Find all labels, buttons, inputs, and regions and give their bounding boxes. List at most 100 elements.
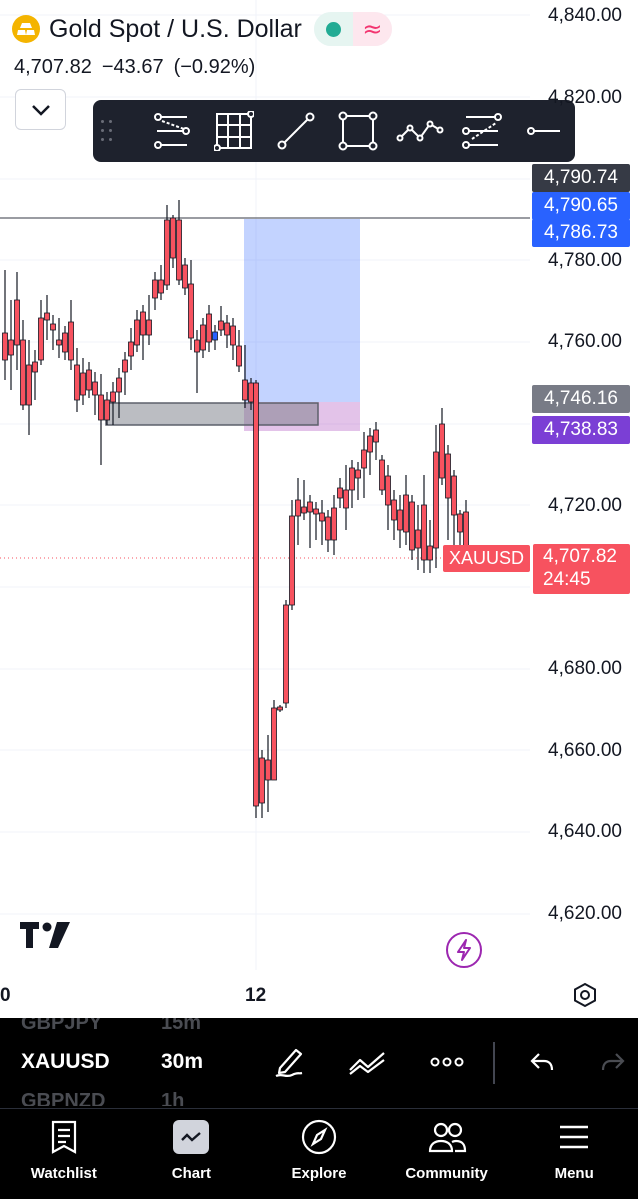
candle-body xyxy=(283,604,289,704)
symbol-picker[interactable]: GBPJPY 15m XAUUSD 30m GBPNZD 1h xyxy=(0,1018,240,1106)
flash-icon[interactable] xyxy=(446,932,482,968)
candle-body xyxy=(439,423,445,479)
collapse-legend-button[interactable] xyxy=(15,89,66,130)
market-status-pill[interactable]: ≈ xyxy=(313,12,392,46)
candle-body xyxy=(313,508,319,515)
candle-body xyxy=(367,435,373,453)
market-open-dot-icon xyxy=(325,21,341,37)
candle-body xyxy=(14,299,20,346)
candle-body xyxy=(343,489,349,509)
candle-body xyxy=(259,757,265,804)
tradingview-logo-icon[interactable] xyxy=(20,922,70,953)
nav-explore[interactable]: Explore xyxy=(255,1109,383,1199)
more-options-icon[interactable] xyxy=(425,1040,469,1084)
fib-retracement-icon[interactable] xyxy=(141,100,203,162)
candle-body xyxy=(146,319,152,336)
candle-body xyxy=(164,219,170,286)
entry-price-tag: 4,746.16 xyxy=(532,385,630,413)
nav-label: Chart xyxy=(171,1165,211,1182)
price-axis-label: 4,680.00 xyxy=(548,658,622,679)
watchlist-icon xyxy=(50,1117,78,1157)
nav-label: Explore xyxy=(291,1165,347,1182)
candle-body xyxy=(158,279,164,294)
nav-chart[interactable]: Chart xyxy=(128,1109,256,1199)
nav-community[interactable]: Community xyxy=(383,1109,511,1199)
candle-body xyxy=(140,311,146,336)
symbol-option-selected[interactable]: XAUUSD 30m xyxy=(21,1050,203,1074)
chart-settings-icon[interactable] xyxy=(572,982,598,1013)
candle-body xyxy=(194,339,200,353)
candle-body xyxy=(289,515,295,606)
candle-body xyxy=(391,499,397,521)
price-axis-label: 4,660.00 xyxy=(548,740,622,761)
candle-body xyxy=(92,381,98,396)
horizontal-line-icon[interactable] xyxy=(513,100,575,162)
undo-icon[interactable] xyxy=(520,1040,564,1084)
candle-body xyxy=(224,322,230,336)
candle-body xyxy=(104,399,110,421)
drag-handle-icon[interactable] xyxy=(101,120,115,142)
candle-body xyxy=(337,487,343,499)
candle-body xyxy=(295,499,301,517)
nav-watchlist[interactable]: Watchlist xyxy=(0,1109,128,1199)
candle-body xyxy=(44,312,50,321)
target-top-price-tag: 4,790.65 xyxy=(532,192,630,220)
candle-body xyxy=(200,324,206,351)
candle-body xyxy=(403,494,409,533)
candle-body xyxy=(8,339,14,356)
nav-menu[interactable]: Menu xyxy=(510,1109,638,1199)
wave-icon: ≈ xyxy=(352,12,392,46)
nav-label: Community xyxy=(405,1165,488,1182)
candle-body xyxy=(242,379,248,401)
chart-icon xyxy=(173,1120,210,1154)
candle-body xyxy=(253,382,259,807)
price-axis-label: 4,760.00 xyxy=(548,331,622,352)
candle-body xyxy=(218,320,224,331)
chevron-down-icon xyxy=(31,104,50,116)
drawing-toolbar[interactable] xyxy=(93,100,575,162)
draw-pencil-icon[interactable] xyxy=(267,1040,311,1084)
candle-body xyxy=(26,364,32,406)
parallel-channel-icon[interactable] xyxy=(451,100,513,162)
candle-body xyxy=(373,429,379,443)
redo-icon[interactable] xyxy=(600,1040,638,1084)
price-axis-label: 4,620.00 xyxy=(548,903,622,924)
price-axis-label: 4,840.00 xyxy=(548,5,622,26)
candle-body xyxy=(265,759,271,781)
candle-body xyxy=(50,323,56,331)
gann-box-icon[interactable] xyxy=(203,100,265,162)
symbol-option[interactable]: GBPNZD 1h xyxy=(21,1090,184,1106)
bottom-navigation: Watchlist Chart Explore Community Menu xyxy=(0,1108,638,1199)
rectangle-icon[interactable] xyxy=(327,100,389,162)
nav-label: Watchlist xyxy=(30,1165,97,1182)
nav-label: Menu xyxy=(554,1165,594,1182)
time-axis-label: 0 xyxy=(0,985,11,1006)
indicators-icon[interactable] xyxy=(345,1040,389,1084)
candle-body xyxy=(361,449,367,469)
high-line-price-tag: 4,790.74 xyxy=(532,164,630,192)
candle-body xyxy=(451,475,457,516)
symbol-header: Gold Spot / U.S. Dollar ≈ xyxy=(12,12,392,46)
candle-body xyxy=(385,475,391,506)
symbol-option[interactable]: GBPJPY 15m xyxy=(21,1018,201,1035)
candle-body xyxy=(80,372,86,396)
candle-body xyxy=(421,504,427,561)
candle-body xyxy=(319,512,325,522)
candle-body xyxy=(445,453,451,499)
candle-body xyxy=(355,469,361,479)
candle-body xyxy=(38,317,44,361)
symbol-title[interactable]: Gold Spot / U.S. Dollar xyxy=(49,15,302,44)
candle-body xyxy=(325,516,331,541)
candle-body xyxy=(110,391,116,403)
gold-bars-icon xyxy=(12,15,40,43)
candle-body xyxy=(56,339,62,346)
path-icon[interactable] xyxy=(389,100,451,162)
trend-line-icon[interactable] xyxy=(265,100,327,162)
price-axis-label: 4,820.00 xyxy=(548,87,622,108)
candle-body xyxy=(271,707,277,781)
candle-body xyxy=(277,706,283,711)
price-change-percent: (−0.92%) xyxy=(173,56,256,78)
candle-body xyxy=(128,341,134,357)
candle-body xyxy=(176,219,182,281)
candle-body xyxy=(415,529,421,549)
